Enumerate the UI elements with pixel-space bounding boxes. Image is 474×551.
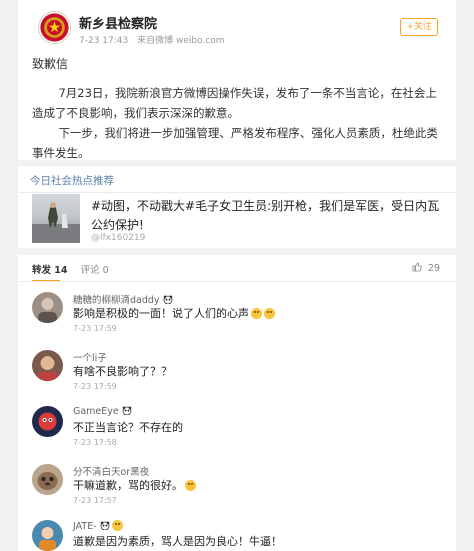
repost-item[interactable]: 分不清白天or黑夜 干嘛道歉，骂的很好。 7-23 17:57 [32, 464, 442, 514]
thumbs-up-icon [412, 262, 422, 272]
emoji-icon [185, 480, 196, 491]
repost-text: 有啥不良影响了？？ [73, 365, 172, 378]
hot-topic-recommendation[interactable]: 今日社会热点推荐 #动图，不动戳大#毛子女卫生员:别开枪，我们是军医，受日内瓦公… [18, 166, 456, 248]
avatar[interactable] [32, 350, 63, 381]
tab-comments[interactable]: 评论 0 [81, 262, 109, 276]
username[interactable]: 分不清白天or黑夜 [73, 464, 149, 478]
procuratorate-emblem-avatar[interactable] [38, 11, 71, 44]
panda-badge-icon [163, 295, 172, 304]
recommendation-thumbnail[interactable] [32, 194, 80, 243]
divider [18, 281, 456, 282]
username[interactable]: JATE- [73, 520, 123, 532]
username[interactable]: GameEye [73, 406, 132, 417]
weibo-post-card: 新乡县检察院 7-23 17:43 来自微博 weibo.com +关注 致歉信… [18, 0, 456, 160]
emoji-icon [264, 308, 275, 319]
repost-time: 7-23 17:59 [73, 324, 117, 333]
follow-button[interactable]: +关注 [400, 18, 438, 36]
reposts-panel: 转发 14 评论 0 29 糖糖的柳柳滴daddy 影响是积极的一面！说了人们的… [18, 255, 456, 551]
post-source: 来自微博 weibo.com [137, 36, 225, 46]
repost-time: 7-23 17:58 [73, 438, 117, 447]
repost-text: 道歉是因为素质，骂人是因为良心！牛逼！ [73, 535, 282, 548]
repost-item[interactable]: 一个li子 有啥不良影响了？？ 7-23 17:59 [32, 350, 442, 400]
username[interactable]: 一个li子 [73, 350, 107, 364]
repost-item[interactable]: JATE- 道歉是因为素质，骂人是因为良心！牛逼！ [32, 520, 442, 551]
username[interactable]: 糖糖的柳柳滴daddy [73, 292, 173, 306]
emoji-icon [251, 308, 262, 319]
recommendation-title[interactable]: #动图，不动戳大#毛子女卫生员:别开枪，我们是军医，受日内瓦公约保护! [91, 197, 449, 235]
tab-reposts[interactable]: 转发 14 [32, 262, 68, 276]
post-title: 致歉信 [32, 57, 69, 71]
avatar[interactable] [32, 406, 63, 437]
avatar[interactable] [32, 292, 63, 323]
post-body: 7月23日，我院新浪官方微博因操作失误，发布了一条不当言论，在社会上造成了不良影… [32, 83, 444, 163]
post-meta: 7-23 17:43 来自微博 weibo.com [79, 33, 231, 46]
recommendation-heading: 今日社会热点推荐 [30, 175, 114, 187]
repost-item[interactable]: 糖糖的柳柳滴daddy 影响是积极的一面！说了人们的心声 7-23 17:59 [32, 292, 442, 342]
repost-item[interactable]: GameEye 不正当言论？不存在的 7-23 17:58 [32, 406, 442, 456]
repost-text: 影响是积极的一面！说了人们的心声 [73, 305, 275, 321]
author-name[interactable]: 新乡县检察院 [79, 13, 157, 32]
likes-button[interactable]: 29 [412, 262, 440, 274]
post-paragraph-2: 下一步，我们将进一步加强管理、严格发布程序、强化人员素质，杜绝此类事件发生。 [32, 126, 438, 160]
post-paragraph-1: 7月23日，我院新浪官方微博因操作失误，发布了一条不当言论，在社会上造成了不良影… [32, 86, 437, 120]
repost-text: 不正当言论？不存在的 [73, 421, 183, 434]
panda-badge-icon [100, 521, 110, 530]
repost-text: 干嘛道歉，骂的很好。 [73, 477, 196, 493]
avatar[interactable] [32, 464, 63, 495]
divider [18, 192, 456, 193]
emoji-icon [111, 520, 123, 531]
likes-count: 29 [427, 263, 440, 274]
repost-time: 7-23 17:57 [73, 496, 117, 505]
repost-time: 7-23 17:59 [73, 382, 117, 391]
avatar[interactable] [32, 520, 63, 551]
tabs: 转发 14 评论 0 [32, 262, 119, 276]
panda-badge-icon [122, 406, 132, 415]
post-time: 7-23 17:43 [79, 36, 129, 46]
recommendation-source[interactable]: @lfx160219 [91, 233, 145, 243]
